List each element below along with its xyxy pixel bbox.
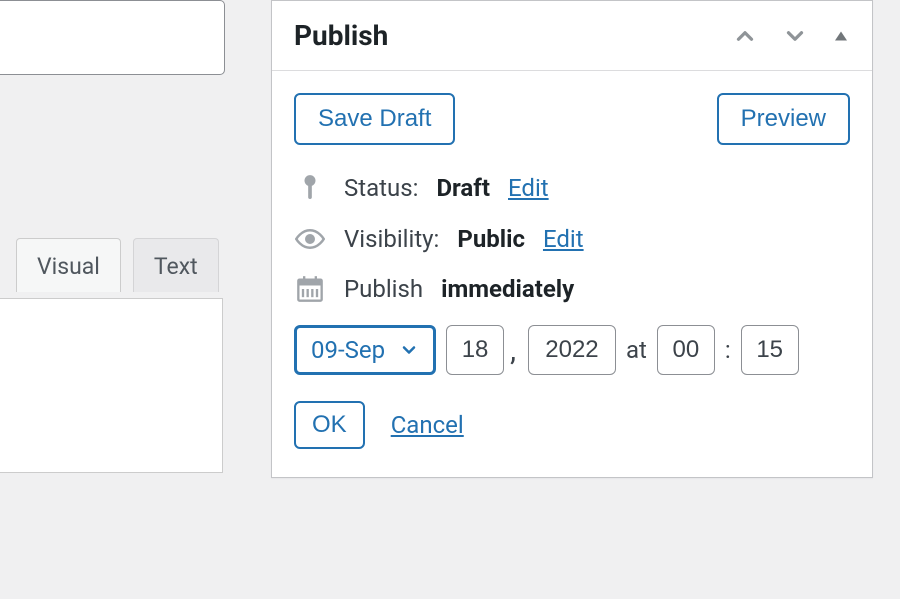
date-comma: , — [510, 333, 516, 368]
status-value: Draft — [436, 174, 490, 202]
status-label: Status: — [344, 174, 418, 202]
visibility-label: Visibility: — [344, 225, 439, 253]
chevron-up-icon[interactable] — [732, 23, 758, 49]
calendar-icon — [294, 275, 326, 303]
status-row: Status: Draft Edit — [294, 173, 850, 203]
visibility-row: Visibility: Public Edit — [294, 225, 850, 253]
publish-label-value: immediately — [441, 275, 574, 303]
chevron-down-icon[interactable] — [782, 23, 808, 49]
tab-text[interactable]: Text — [133, 238, 219, 292]
editor-tabs: Visual Text — [16, 238, 219, 292]
publish-panel-title: Publish — [294, 19, 388, 52]
schedule-label-row: Publish immediately — [294, 275, 850, 303]
edit-visibility-link[interactable]: Edit — [543, 225, 584, 253]
collapse-panel-icon[interactable] — [832, 27, 850, 45]
edit-status-link[interactable]: Edit — [508, 174, 549, 202]
at-label: at — [626, 336, 647, 364]
month-select[interactable]: 09-Sep — [294, 325, 436, 375]
publish-panel: Publish Save Draft Preview Status: Draft… — [271, 0, 873, 478]
minute-input[interactable] — [741, 325, 799, 375]
top-button-row: Save Draft Preview — [294, 93, 850, 145]
day-input[interactable] — [446, 325, 504, 375]
tab-visual[interactable]: Visual — [16, 238, 121, 292]
schedule-action-row: OK Cancel — [294, 401, 850, 449]
month-select-value: 09-Sep — [311, 336, 385, 364]
schedule-inputs-row: 09-Sep , at : — [294, 325, 850, 375]
editor-content-area[interactable] — [0, 298, 223, 473]
chevron-down-icon — [399, 340, 419, 360]
title-input-stub — [0, 0, 225, 75]
time-colon: : — [725, 336, 731, 364]
eye-icon — [294, 228, 326, 250]
pin-icon — [294, 173, 326, 203]
preview-button[interactable]: Preview — [717, 93, 850, 145]
year-input[interactable] — [528, 325, 616, 375]
ok-button[interactable]: OK — [294, 401, 365, 449]
publish-panel-header: Publish — [272, 1, 872, 71]
save-draft-button[interactable]: Save Draft — [294, 93, 455, 145]
visibility-value: Public — [457, 225, 525, 253]
cancel-link[interactable]: Cancel — [391, 411, 464, 439]
panel-header-controls — [732, 23, 850, 49]
publish-panel-body: Save Draft Preview Status: Draft Edit Vi… — [272, 71, 872, 477]
publish-label-prefix: Publish — [344, 275, 423, 303]
hour-input[interactable] — [657, 325, 715, 375]
